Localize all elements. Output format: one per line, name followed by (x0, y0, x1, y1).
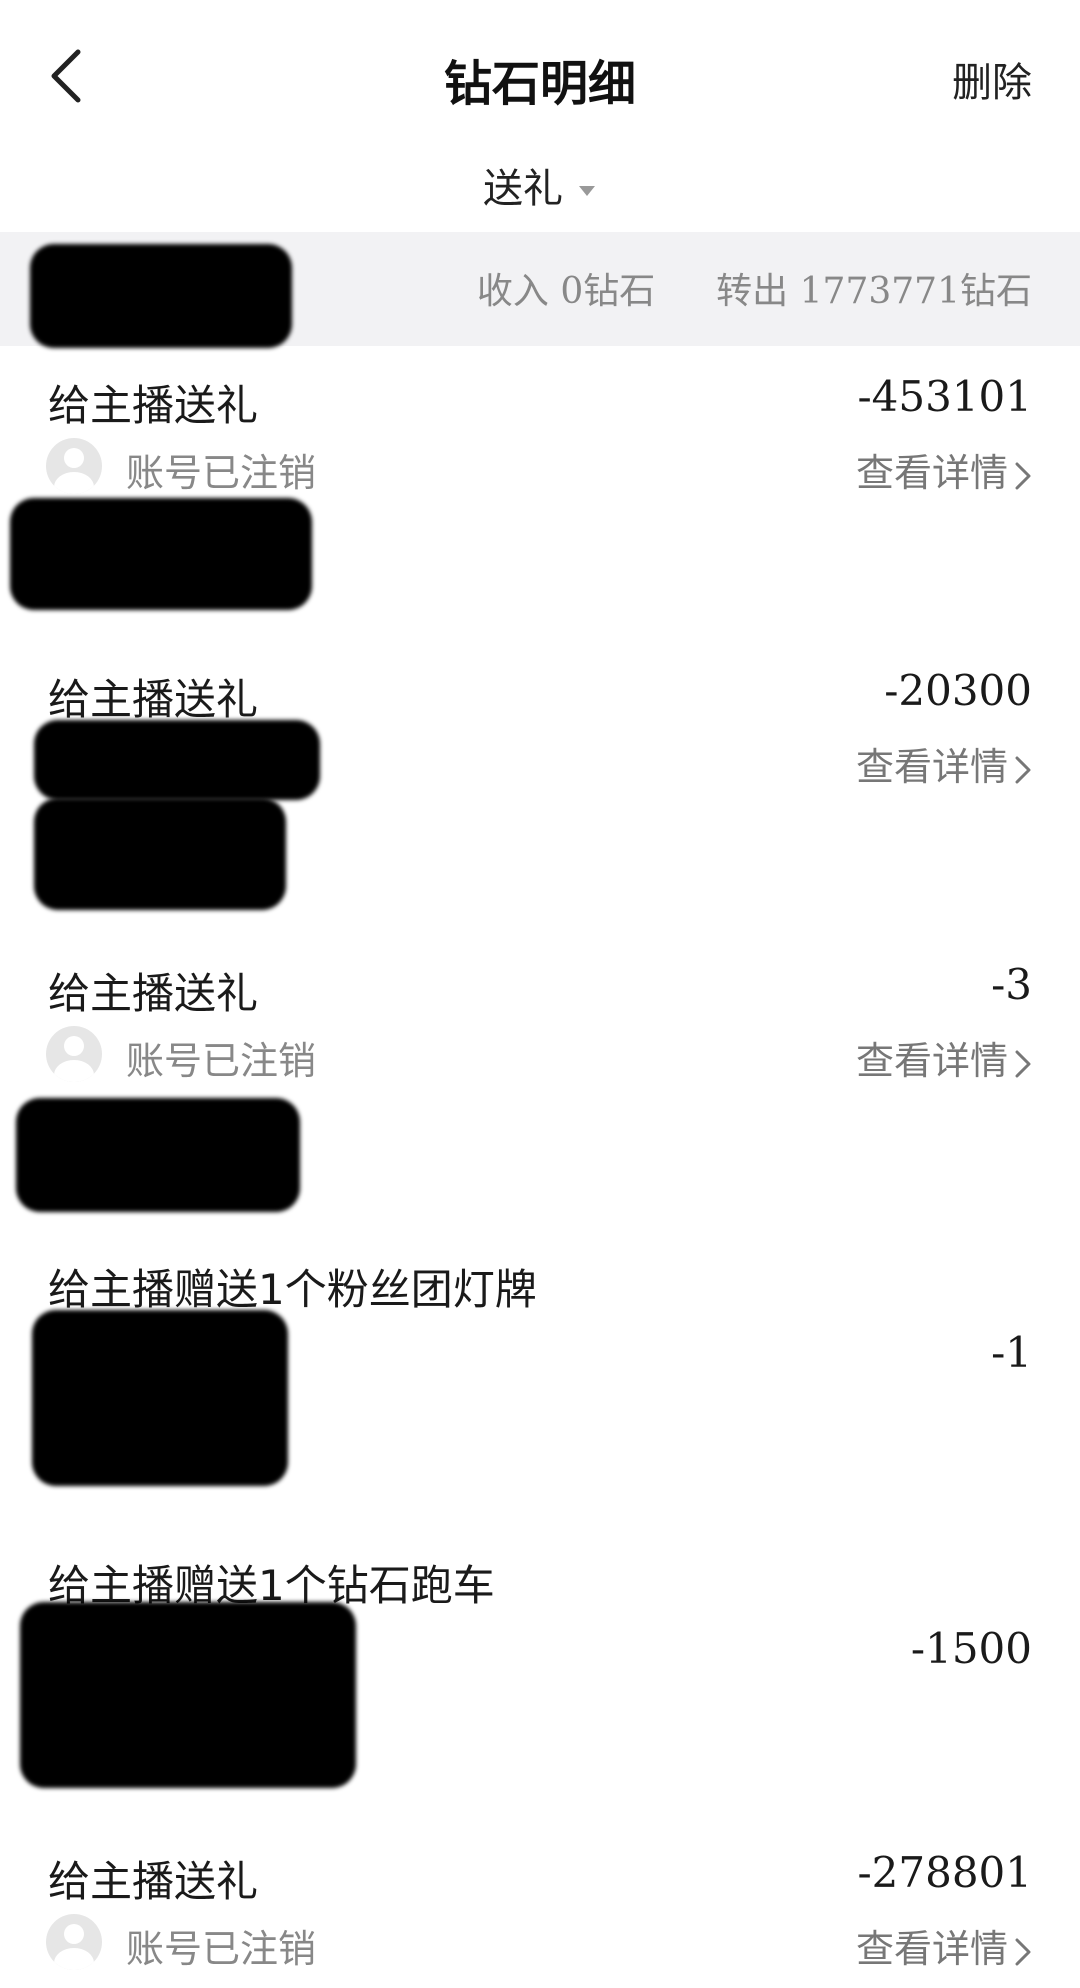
income-value: 0 (560, 271, 584, 312)
view-details-link[interactable]: 查看详情 (856, 1030, 1032, 1085)
record-amount: -20300 (884, 666, 1032, 715)
view-details-label: 查看详情 (855, 1039, 1008, 1083)
chevron-right-icon (1015, 1050, 1031, 1077)
view-details-label: 查看详情 (855, 1927, 1008, 1971)
view-details-link[interactable]: 查看详情 (856, 1918, 1032, 1973)
income-unit: 钻石 (583, 271, 656, 312)
page-title: 钻石明细 (443, 56, 636, 112)
view-details-link[interactable]: 查看详情 (856, 736, 1032, 791)
view-details-link[interactable]: 查看详情 (856, 442, 1032, 497)
redaction-mark (10, 498, 312, 610)
out-label: 转出 (716, 271, 789, 312)
avatar (46, 1026, 102, 1082)
redaction-mark (30, 244, 292, 348)
out-unit: 钻石 (959, 271, 1032, 312)
redaction-mark (34, 798, 286, 910)
record-amount: -1 (991, 1328, 1032, 1377)
record-title: 给主播送礼 (48, 675, 259, 724)
avatar (46, 1914, 102, 1970)
avatar (46, 438, 102, 494)
filter-label: 送礼 (483, 166, 563, 212)
record-amount: -453101 (857, 372, 1032, 421)
caret-down-icon (579, 186, 595, 196)
nav-bar: 钻石明细 删除 (0, 0, 1080, 150)
chevron-right-icon (1015, 1938, 1031, 1965)
view-details-label: 查看详情 (855, 745, 1008, 789)
record-title: 给主播送礼 (48, 969, 259, 1018)
record-amount: -3 (991, 960, 1032, 1009)
redaction-mark (16, 1098, 300, 1212)
chevron-right-icon (1015, 756, 1031, 783)
delete-button[interactable]: 删除 (952, 50, 1032, 108)
view-details-label: 查看详情 (855, 451, 1008, 495)
record-amount: -1500 (910, 1624, 1032, 1673)
record-title: 给主播送礼 (48, 1857, 259, 1906)
username: 账号已注销 (126, 1039, 317, 1083)
redaction-mark (20, 1602, 356, 1788)
username: 账号已注销 (126, 1927, 317, 1971)
record-title: 给主播送礼 (48, 381, 259, 430)
redaction-mark (32, 1310, 288, 1486)
chevron-right-icon (1015, 462, 1031, 489)
summary-text: 收入 0钻石 转出 1773771钻石 (477, 262, 1032, 314)
username: 账号已注销 (126, 451, 317, 495)
out-value: 1773771 (799, 271, 960, 312)
filter-dropdown[interactable]: 送礼 (0, 156, 1080, 214)
income-label: 收入 (476, 271, 549, 312)
record-title: 给主播赠送1个粉丝团灯牌 (48, 1265, 537, 1314)
redaction-mark (34, 720, 320, 800)
record-amount: -278801 (857, 1848, 1032, 1897)
